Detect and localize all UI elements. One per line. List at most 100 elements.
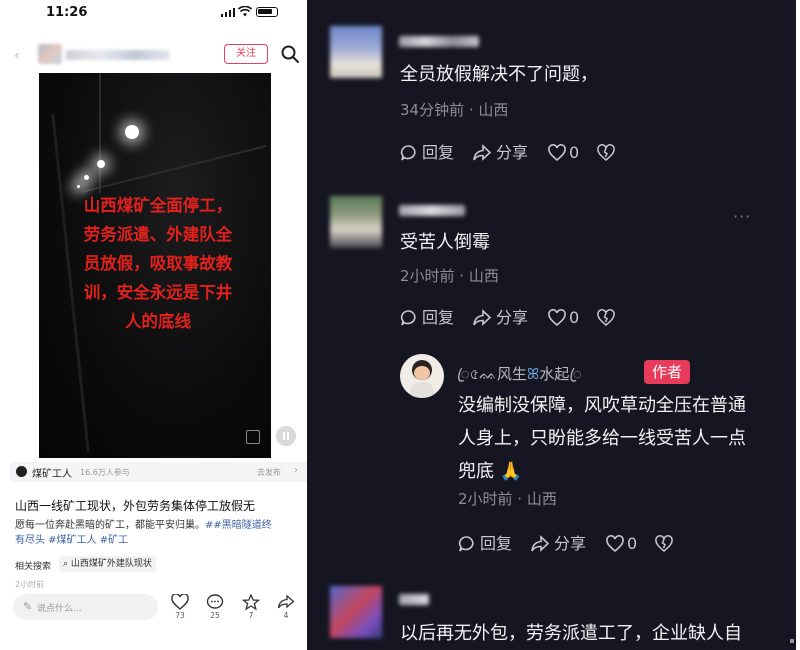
favorite-count: 7 xyxy=(248,611,254,620)
heart-icon xyxy=(606,535,624,553)
caption-line: 山西煤矿全面停工， xyxy=(83,196,233,215)
like-count: 0 xyxy=(569,308,580,327)
comment-placeholder: 说点什么... xyxy=(37,604,82,614)
author-avatar[interactable] xyxy=(38,44,62,64)
tunnel-lamp xyxy=(77,185,80,188)
share-icon xyxy=(531,535,550,552)
commenter-avatar[interactable] xyxy=(330,26,382,78)
topic-logo-icon xyxy=(16,466,27,477)
comment-panel: 全员放假解决不了问题， 34分钟前 · 山西 回复 分享 0 ··· 受苦人倒霉… xyxy=(307,0,796,650)
chevron-right-icon: › xyxy=(294,465,298,476)
reply-button[interactable]: 回复 xyxy=(422,307,454,329)
publish-link[interactable]: 去发布 xyxy=(257,467,281,478)
commenter-avatar[interactable] xyxy=(330,196,382,248)
commenter-avatar[interactable] xyxy=(330,586,382,638)
reply-text: 没编制没保障，风吹草动全压在普通 人身上，只盼能多给一线受苦人一点 兜底 🙏 xyxy=(458,389,746,488)
post-header: ‹ 关注 xyxy=(0,40,307,70)
like-count: 0 xyxy=(627,534,638,553)
topic-bar[interactable]: 煤矿工人 16.6万人参与 去发布 › xyxy=(10,462,307,482)
topic-participants: 16.6万人参与 xyxy=(80,468,130,477)
post-time: 2小时前 xyxy=(15,580,45,589)
author-name-prefix: ꦿ৫ᨐ风生 xyxy=(457,365,527,383)
author-avatar[interactable] xyxy=(400,354,444,398)
author-name-blurred[interactable] xyxy=(66,50,170,60)
share-button[interactable]: 分享 xyxy=(554,533,586,555)
avatar-figure xyxy=(410,382,434,398)
star-icon xyxy=(242,594,260,610)
reply-button[interactable]: 回复 xyxy=(480,533,512,555)
comment-meta: 2小时前 · 山西 xyxy=(400,267,499,285)
back-icon[interactable]: ‹ xyxy=(14,48,26,64)
commenter-name-blurred[interactable] xyxy=(399,205,465,216)
wifi-icon xyxy=(238,6,252,17)
author-name-suffix: 水起ꦿ xyxy=(539,365,582,383)
comment-count: 25 xyxy=(210,611,220,620)
caption-line: 训，安全永远是下井 xyxy=(83,283,233,302)
dislike-icon[interactable] xyxy=(597,144,615,162)
more-options-icon[interactable]: ··· xyxy=(733,207,751,226)
pause-icon[interactable] xyxy=(276,426,296,446)
butterfly-icon: ꕤ xyxy=(526,365,540,383)
commenter-name-blurred[interactable] xyxy=(399,594,429,605)
reply-icon xyxy=(400,145,416,161)
comment-button[interactable]: 25 xyxy=(203,594,227,620)
dislike-icon[interactable] xyxy=(655,535,673,553)
follow-button[interactable]: 关注 xyxy=(224,44,268,64)
video-caption: 山西煤矿全面停工， 劳务派遣、外建队全 员放假，吸取事故教 训，安全永远是下井 … xyxy=(63,191,253,336)
caption-line: 员放假，吸取事故教 xyxy=(83,254,233,273)
reply-icon xyxy=(400,310,416,326)
related-query: 山西煤矿外建队现状 xyxy=(70,559,152,569)
commenter-name-blurred[interactable] xyxy=(399,36,479,47)
video-player[interactable]: 山西煤矿全面停工， 劳务派遣、外建队全 员放假，吸取事故教 训，安全永远是下井 … xyxy=(39,73,271,458)
topic-tag: 煤矿工人 xyxy=(32,469,72,480)
dislike-icon[interactable] xyxy=(597,309,615,327)
scroll-indicator xyxy=(790,639,794,643)
share-icon xyxy=(277,594,295,609)
share-count: 4 xyxy=(283,611,289,620)
caption-line: 人的底线 xyxy=(125,312,191,331)
reply-actions: 回复 分享 0 xyxy=(458,533,698,555)
search-icon[interactable] xyxy=(280,44,300,64)
hashtag-link[interactable]: 有尽头 #煤矿工人 #矿工 xyxy=(15,535,128,546)
share-button[interactable]: 分享 xyxy=(496,142,528,164)
like-count: 73 xyxy=(175,611,185,620)
comment-text: 受苦人倒霉 xyxy=(400,232,490,253)
author-badge: 作者 xyxy=(644,360,690,384)
tunnel-lamp xyxy=(125,125,139,139)
reply-icon xyxy=(458,536,474,552)
post-description: 愿每一位奔赴黑暗的矿工，都能平安归巢。##黑暗隧道终 有尽头 #煤矿工人 #矿工 xyxy=(15,518,299,548)
search-icon: ⌕ xyxy=(63,559,69,569)
heart-icon xyxy=(548,309,566,327)
share-icon xyxy=(473,144,492,161)
related-search-chip[interactable]: ⌕ 山西煤矿外建队现状 xyxy=(59,556,156,572)
description-text: 愿每一位奔赴黑暗的矿工，都能平安归巢。 xyxy=(15,520,205,531)
share-button[interactable]: 分享 xyxy=(496,307,528,329)
reply-line: 兜底 🙏 xyxy=(458,461,523,482)
reply-line: 没编制没保障，风吹草动全压在普通 xyxy=(458,395,746,416)
comment-meta: 34分钟前 · 山西 xyxy=(400,101,509,119)
related-search-label: 相关搜索 xyxy=(15,562,52,572)
comment-text: 以后再无外包，劳务派遣工了，企业缺人自 xyxy=(400,623,742,644)
comment-actions: 回复 分享 0 xyxy=(400,307,640,329)
status-time: 11:26 xyxy=(46,5,88,20)
pen-icon: ✎ xyxy=(23,600,33,613)
reply-line: 人身上，只盼能多给一线受苦人一点 xyxy=(458,428,746,449)
fullscreen-icon[interactable] xyxy=(246,430,260,444)
share-button[interactable]: 4 xyxy=(274,594,298,620)
like-count: 0 xyxy=(569,143,580,162)
comment-icon xyxy=(206,594,224,609)
like-button[interactable]: 73 xyxy=(168,594,192,620)
heart-icon xyxy=(548,144,566,162)
hashtag-link[interactable]: ##黑暗隧道终 xyxy=(205,520,272,531)
share-icon xyxy=(473,309,492,326)
favorite-button[interactable]: 7 xyxy=(239,594,263,620)
tunnel-lamp xyxy=(84,175,89,180)
heart-icon xyxy=(171,594,189,610)
tunnel-lamp xyxy=(97,160,105,168)
post-panel: 11:26 ‹ 关注 山西煤矿全面停工， 劳务派遣、外建队全 员放假，吸取事故教… xyxy=(0,0,307,650)
tunnel-beam xyxy=(99,73,101,193)
comment-input[interactable]: ✎ 说点什么... xyxy=(13,594,158,620)
reply-button[interactable]: 回复 xyxy=(422,142,454,164)
signal-icon xyxy=(221,8,235,17)
post-title: 山西一线矿工现状，外包劳务集体停工放假无 xyxy=(15,499,256,513)
